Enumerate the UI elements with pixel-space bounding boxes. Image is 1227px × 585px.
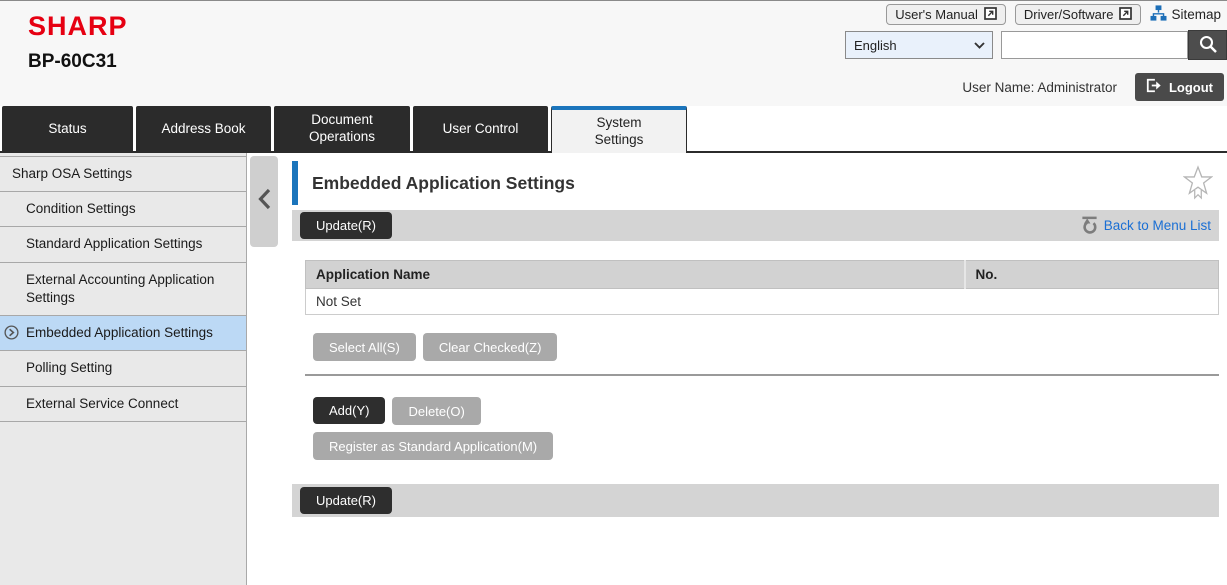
users-manual-button[interactable]: User's Manual (886, 4, 1006, 25)
logout-icon (1146, 78, 1162, 96)
user-name-text: User Name: Administrator (962, 80, 1117, 95)
user-row: User Name: Administrator Logout (962, 73, 1224, 101)
sitemap-icon (1150, 5, 1167, 24)
bottom-toolbar: Update(R) (292, 484, 1219, 517)
search-button[interactable] (1188, 30, 1227, 60)
sidebar-item-sharp-osa-settings[interactable]: Sharp OSA Settings (0, 156, 246, 191)
header: SHARP BP-60C31 User's Manual Driver/Soft… (0, 1, 1227, 106)
sidebar-collapse-button[interactable] (250, 156, 278, 247)
applications-table: Application Name No. Not Set (305, 260, 1219, 315)
table-row: Not Set (306, 289, 1219, 315)
sidebar-item-label: Polling Setting (26, 360, 112, 375)
user-name-value: Administrator (1037, 80, 1117, 95)
column-no: No. (965, 261, 1219, 289)
add-button[interactable]: Add(Y) (313, 397, 385, 424)
sitemap-label: Sitemap (1171, 7, 1221, 22)
chevron-left-icon (257, 188, 271, 215)
sidebar-item-polling-setting[interactable]: Polling Setting (0, 350, 246, 385)
delete-button[interactable]: Delete(O) (392, 397, 480, 425)
register-standard-application-button[interactable]: Register as Standard Application(M) (313, 432, 553, 460)
update-button-top[interactable]: Update(R) (300, 212, 392, 239)
search-icon (1198, 34, 1218, 57)
main-content: Embedded Application Settings Update(R) … (292, 153, 1227, 585)
external-link-icon (1119, 7, 1132, 23)
favorite-star-icon[interactable] (1183, 165, 1213, 201)
driver-software-button[interactable]: Driver/Software (1015, 4, 1142, 25)
tab-user-control-label: User Control (443, 121, 519, 136)
application-name-cell: Not Set (306, 289, 1219, 315)
divider (305, 374, 1219, 376)
tab-bar: Status Address Book Document Operations … (0, 106, 1227, 153)
external-link-icon (984, 7, 997, 23)
page-title: Embedded Application Settings (312, 173, 575, 194)
language-search-row: English (845, 30, 1227, 60)
tab-address-book[interactable]: Address Book (136, 106, 271, 151)
sharp-logo: SHARP (28, 11, 128, 42)
tab-user-control[interactable]: User Control (413, 106, 548, 151)
sidebar-item-label: Embedded Application Settings (26, 325, 213, 340)
back-to-menu-link[interactable]: Back to Menu List (1080, 215, 1211, 237)
sidebar-item-label: Sharp OSA Settings (12, 166, 132, 181)
top-links: User's Manual Driver/Software Sitemap (886, 4, 1221, 25)
sidebar-item-external-service-connect[interactable]: External Service Connect (0, 386, 246, 422)
sidebar: Sharp OSA Settings Condition Settings St… (0, 153, 247, 585)
tab-document-operations[interactable]: Document Operations (274, 106, 410, 151)
logout-button[interactable]: Logout (1135, 73, 1224, 101)
language-select-wrap: English (845, 31, 993, 59)
sidebar-item-standard-application-settings[interactable]: Standard Application Settings (0, 226, 246, 261)
sidebar-item-label: External Service Connect (26, 396, 178, 411)
tab-document-operations-label: Document Operations (302, 112, 382, 146)
tab-status[interactable]: Status (2, 106, 133, 151)
language-select[interactable]: English (845, 31, 993, 59)
search-input[interactable] (1001, 31, 1188, 59)
model-name: BP-60C31 (28, 51, 117, 73)
register-button-row: Register as Standard Application(M) (313, 432, 1227, 460)
users-manual-label: User's Manual (895, 7, 978, 22)
column-application-name: Application Name (306, 261, 965, 289)
tab-address-book-label: Address Book (161, 121, 245, 136)
table-header-row: Application Name No. (306, 261, 1219, 289)
logout-label: Logout (1169, 80, 1213, 95)
update-button-bottom[interactable]: Update(R) (300, 487, 392, 514)
page: SHARP BP-60C31 User's Manual Driver/Soft… (0, 0, 1227, 585)
tab-status-label: Status (48, 121, 86, 136)
select-all-button[interactable]: Select All(S) (313, 333, 416, 361)
back-to-top-icon (1080, 215, 1099, 237)
sidebar-item-external-accounting-application-settings[interactable]: External Accounting Application Settings (0, 262, 246, 315)
driver-software-label: Driver/Software (1024, 7, 1114, 22)
add-button-row: Add(Y) Delete(O) (313, 397, 1227, 425)
sidebar-item-label: External Accounting Application Settings (26, 272, 214, 305)
clear-checked-button[interactable]: Clear Checked(Z) (423, 333, 558, 361)
sidebar-item-label: Condition Settings (26, 201, 136, 216)
circle-chevron-icon (4, 325, 19, 340)
selection-button-row: Select All(S) Clear Checked(Z) (313, 333, 1227, 361)
back-to-menu-label: Back to Menu List (1104, 218, 1211, 233)
tab-system-settings[interactable]: System Settings (551, 106, 687, 153)
sidebar-item-condition-settings[interactable]: Condition Settings (0, 191, 246, 226)
top-toolbar: Update(R) Back to Menu List (292, 210, 1219, 241)
sidebar-item-label: Standard Application Settings (26, 236, 202, 251)
user-name-label: User Name: (962, 80, 1034, 95)
sidebar-item-embedded-application-settings[interactable]: Embedded Application Settings (0, 315, 246, 350)
title-row: Embedded Application Settings (292, 161, 1219, 205)
sitemap-link[interactable]: Sitemap (1150, 5, 1221, 24)
tab-system-settings-label: System Settings (579, 115, 659, 149)
